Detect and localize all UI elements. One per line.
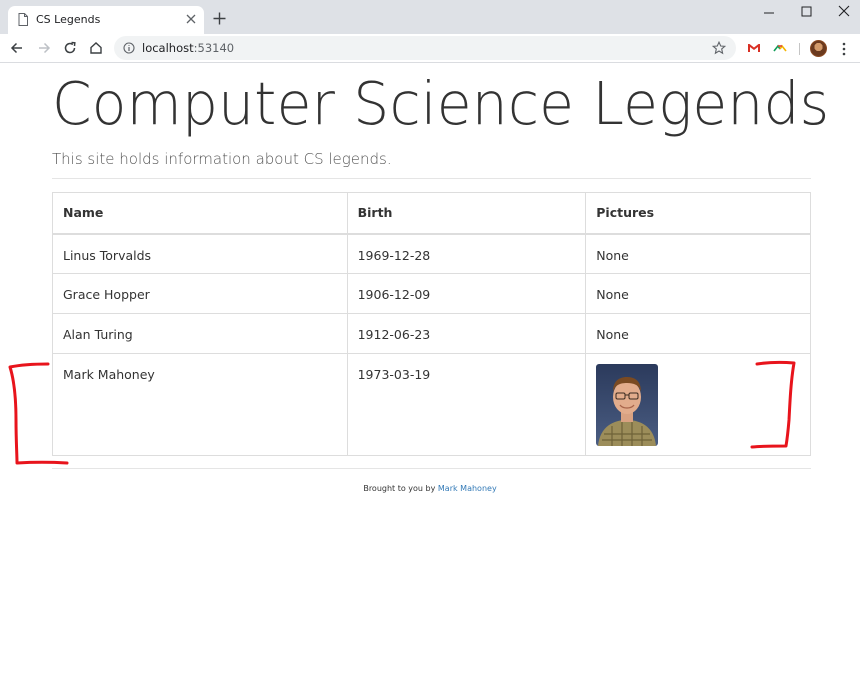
profile-avatar[interactable] <box>810 40 827 57</box>
tab-strip: CS Legends <box>0 0 860 34</box>
cell-name: Linus Torvalds <box>52 233 348 274</box>
bookmark-star-icon[interactable] <box>712 41 726 55</box>
cell-birth: 1973-03-19 <box>346 353 587 456</box>
cell-birth: 1912-06-23 <box>346 313 587 354</box>
home-icon[interactable] <box>89 41 103 55</box>
jumbotron: Computer Science Legends This site holds… <box>52 64 830 168</box>
footer-text: Brought to you by <box>363 484 438 493</box>
cell-pictures <box>585 353 811 456</box>
page-subtitle: This site holds information about CS leg… <box>52 150 392 168</box>
tab-title: CS Legends <box>36 13 101 26</box>
table-row: Alan Turing 1912-06-23 None <box>52 313 811 354</box>
table-row: Grace Hopper 1906-12-09 None <box>52 273 811 314</box>
url-port: :53140 <box>193 41 235 55</box>
cell-name: Alan Turing <box>52 313 348 354</box>
close-tab-icon[interactable] <box>185 13 197 25</box>
url-text: localhost:53140 <box>142 41 234 55</box>
cell-birth: 1906-12-09 <box>346 273 587 314</box>
author-link[interactable]: Mark Mahoney <box>438 484 497 493</box>
cell-name: Grace Hopper <box>52 273 348 314</box>
legends-table: Name Birth Pictures Linus Torvalds 1969-… <box>52 192 811 456</box>
browser-tab[interactable]: CS Legends <box>8 6 204 34</box>
page-icon <box>18 13 28 26</box>
back-icon[interactable] <box>10 41 24 55</box>
footer: Brought to you by Mark Mahoney <box>0 484 860 493</box>
cell-pictures: None <box>585 313 811 354</box>
table-header-row: Name Birth Pictures <box>52 192 811 235</box>
new-tab-icon[interactable] <box>213 12 226 25</box>
forward-icon[interactable] <box>37 41 51 55</box>
toolbar-separator <box>799 43 800 55</box>
portrait-photo[interactable] <box>596 364 659 446</box>
table-row: Mark Mahoney 1973-03-19 <box>52 353 811 456</box>
close-window-icon[interactable] <box>834 4 854 20</box>
header-name: Name <box>52 192 348 235</box>
drive-icon[interactable] <box>773 41 787 55</box>
cell-pictures: None <box>585 233 811 274</box>
header-divider <box>52 178 811 179</box>
cell-pictures: None <box>585 273 811 314</box>
header-birth: Birth <box>346 192 587 235</box>
footer-divider <box>52 468 811 469</box>
maximize-icon[interactable] <box>796 4 816 20</box>
browser-toolbar: localhost:53140 <box>0 34 860 63</box>
cell-birth: 1969-12-28 <box>346 233 587 274</box>
cell-name: Mark Mahoney <box>52 353 348 456</box>
gmail-icon[interactable] <box>747 41 761 55</box>
kebab-menu-icon[interactable] <box>840 42 848 56</box>
reload-icon[interactable] <box>63 41 77 55</box>
minimize-icon[interactable] <box>759 4 779 20</box>
address-bar[interactable]: localhost:53140 <box>114 36 736 60</box>
table-row: Linus Torvalds 1969-12-28 None <box>52 233 811 274</box>
header-pictures: Pictures <box>585 192 811 235</box>
info-icon[interactable] <box>123 42 135 54</box>
page-title: Computer Science Legends <box>52 69 830 138</box>
url-host: localhost <box>142 41 194 55</box>
